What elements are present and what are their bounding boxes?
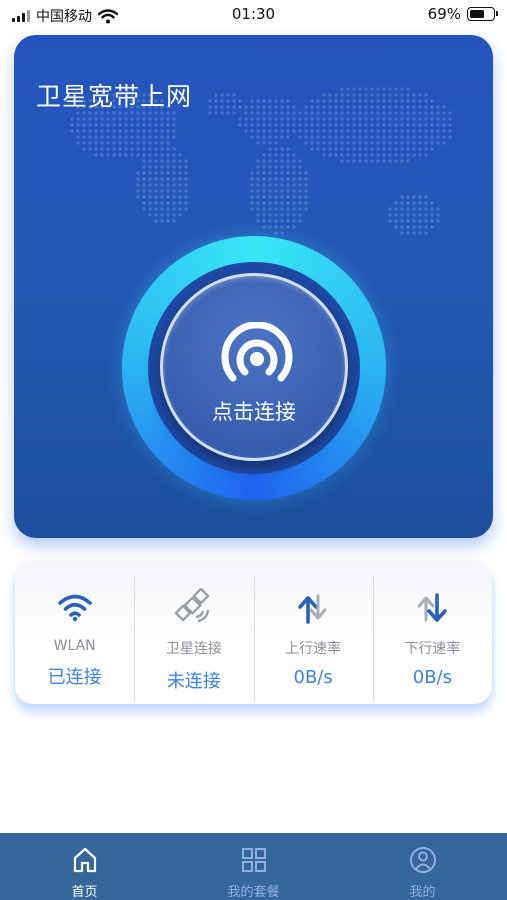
wifi-icon [57,594,92,622]
tab-my-plan[interactable]: 我的套餐 [169,833,338,900]
user-icon [409,847,436,873]
battery-icon [467,7,498,21]
home-icon [73,847,96,873]
stat-value: 已连接 [47,667,102,688]
status-bar: 中国移动 01:30 69% [0,0,507,30]
stat-value: 未连接 [166,671,221,692]
tab-label: 我的套餐 [227,885,280,900]
stat-label: 下行速率 [404,641,461,657]
stat-upload-rate: 上行速率 0B/s [253,562,373,704]
signal-broadcast-icon [221,322,293,382]
stat-label: WLAN [53,638,96,654]
stat-value: 0B/s [412,667,452,688]
bottom-tab-bar: 首页 我的套餐 我的 [0,833,507,900]
stat-download-rate: 下行速率 0B/s [372,562,492,704]
tab-label: 我的 [409,885,436,900]
tab-mine[interactable]: 我的 [338,833,507,900]
stat-label: 上行速率 [285,641,342,657]
stat-value: 0B/s [293,667,333,688]
grid-icon [241,848,266,872]
page-title: 卫星宽带上网 [36,82,193,111]
tab-label: 首页 [71,885,98,900]
stat-label: 卫星连接 [165,641,222,657]
satellite-icon [174,588,210,623]
upload-arrows-icon [298,594,327,624]
battery-level-fill [470,10,485,18]
stat-wlan: WLAN 已连接 [15,562,134,704]
status-right: 69% [427,5,498,23]
hero-card: 卫星宽带上网 点击连接 [14,35,493,538]
stat-satellite: 卫星连接 未连接 [134,562,253,704]
tab-home[interactable]: 首页 [0,833,169,900]
battery-percent: 69% [427,5,461,23]
connect-button-label: 点击连接 [212,400,296,424]
download-arrows-icon [417,593,448,622]
connect-button[interactable]: 点击连接 [160,273,348,461]
status-panel: WLAN 已连接 卫星连接 未连接 上行速率 0B/s 下行速率 0B/s [15,562,492,704]
